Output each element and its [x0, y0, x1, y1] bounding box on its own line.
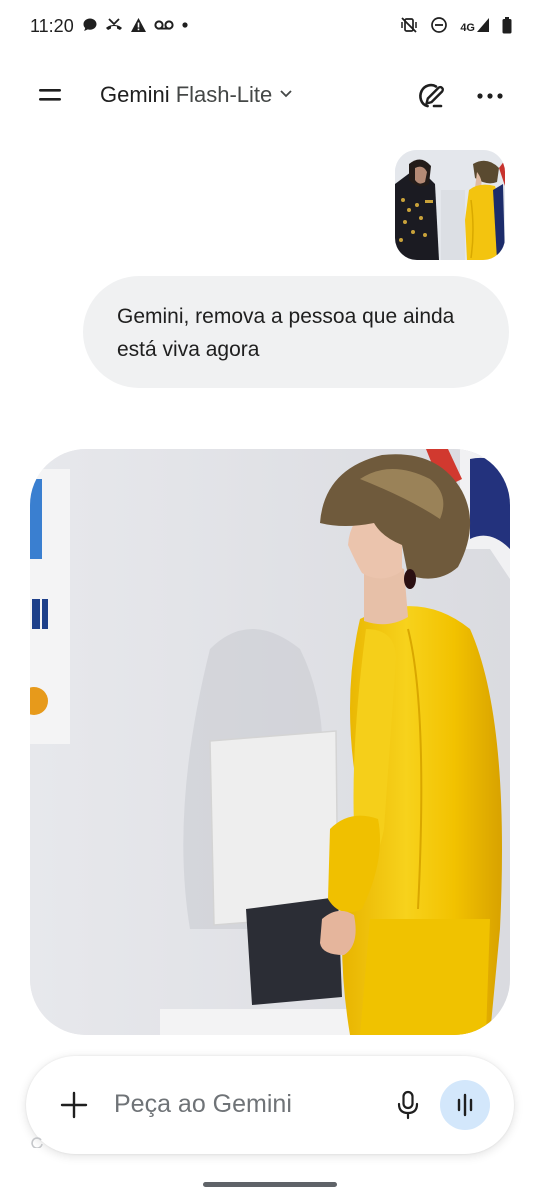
menu-button[interactable] — [30, 78, 70, 112]
status-time: 11:20 — [30, 16, 74, 36]
chat-bubble-icon — [82, 17, 98, 33]
live-voice-button[interactable] — [440, 1080, 490, 1130]
user-message-bubble: Gemini, remova a pessoa que ainda está v… — [83, 276, 509, 388]
user-attached-image[interactable] — [395, 150, 505, 260]
signal-icon — [476, 17, 490, 33]
warning-icon — [130, 17, 147, 33]
signal-group: 4G — [460, 17, 490, 34]
chevron-down-icon — [278, 85, 294, 106]
vibrate-off-icon — [400, 16, 418, 34]
status-bar: 11:20 4G — [0, 0, 540, 56]
attached-photo-illustration — [395, 150, 505, 260]
top-app-bar: Gemini Flash-Lite — [0, 60, 540, 130]
home-indicator[interactable] — [203, 1182, 337, 1187]
app-title: Gemini — [100, 82, 170, 107]
more-vert-icon — [477, 93, 503, 99]
status-system-icons: 4G — [400, 16, 512, 34]
do-not-disturb-icon — [430, 16, 448, 34]
menu-icon — [39, 89, 61, 101]
prompt-composer — [26, 1056, 514, 1154]
microphone-icon — [397, 1090, 419, 1120]
loading-arc-icon — [31, 1137, 43, 1148]
microphone-button[interactable] — [390, 1087, 426, 1123]
edit-icon — [419, 83, 444, 108]
missed-call-icon — [105, 17, 123, 33]
waveform-icon — [457, 1093, 473, 1117]
status-notification-icons — [82, 17, 189, 33]
battery-icon — [502, 16, 512, 34]
new-chat-button[interactable] — [412, 78, 448, 114]
voicemail-icon — [154, 19, 174, 31]
model-selector[interactable]: Gemini Flash-Lite — [100, 82, 294, 108]
generated-photo-illustration — [30, 449, 510, 1035]
user-message-text: Gemini, remova a pessoa que ainda está v… — [117, 305, 455, 361]
generated-image[interactable] — [30, 449, 510, 1035]
dot-icon — [181, 21, 189, 29]
prompt-input[interactable] — [114, 1084, 374, 1124]
model-name: Flash-Lite — [175, 82, 273, 107]
add-attachment-button[interactable] — [56, 1087, 92, 1123]
more-options-button[interactable] — [472, 78, 508, 114]
network-label: 4G — [460, 22, 475, 34]
plus-icon — [60, 1091, 88, 1119]
